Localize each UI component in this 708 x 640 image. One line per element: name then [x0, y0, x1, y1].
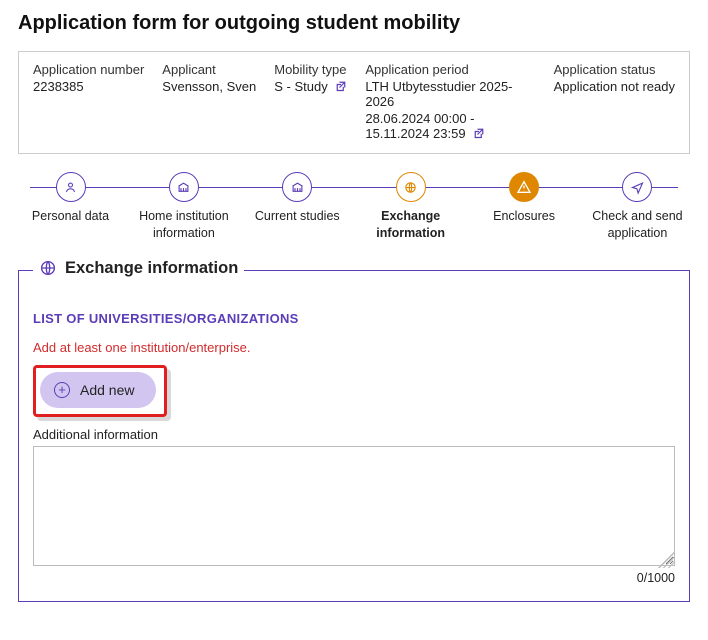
warning-text: Add at least one institution/enterprise. [33, 340, 675, 355]
globe-icon [39, 259, 57, 277]
plus-icon: + [54, 382, 70, 398]
globe-icon [396, 172, 426, 202]
institution-icon [169, 172, 199, 202]
institution-icon [282, 172, 312, 202]
send-icon [622, 172, 652, 202]
step-personal-data[interactable]: Personal data [18, 172, 123, 225]
page-title: Application form for outgoing student mo… [18, 12, 690, 35]
app-number-label: Application number [33, 62, 144, 77]
step-label: Current studies [255, 208, 340, 225]
step-enclosures[interactable]: Enclosures [472, 172, 577, 225]
status-col: Application status Application not ready [554, 62, 675, 141]
step-label: Enclosures [493, 208, 555, 225]
period-line1: LTH Utbytesstudier 2025-2026 [365, 79, 535, 109]
add-new-highlight: + Add new [33, 365, 167, 417]
status-value: Application not ready [554, 79, 675, 94]
additional-info-textarea[interactable] [33, 446, 675, 566]
app-number-col: Application number 2238385 [33, 62, 144, 141]
app-number-value: 2238385 [33, 79, 144, 94]
period-line2: 28.06.2024 00:00 - 15.11.2024 23:59 [365, 111, 535, 141]
external-link-icon[interactable] [335, 80, 347, 92]
step-label: Personal data [32, 208, 109, 225]
add-new-label: Add new [80, 382, 134, 398]
additional-info-wrap [33, 446, 675, 569]
additional-info-label: Additional information [33, 427, 675, 442]
period-line2-text: 28.06.2024 00:00 - 15.11.2024 23:59 [365, 111, 474, 141]
step-check-send[interactable]: Check and send application [585, 172, 690, 242]
step-label: Exchange information [358, 208, 463, 242]
warning-icon [509, 172, 539, 202]
period-col: Application period LTH Utbytesstudier 20… [365, 62, 535, 141]
applicant-value: Svensson, Sven [162, 79, 256, 94]
mobility-text: S - Study [274, 79, 327, 94]
status-label: Application status [554, 62, 675, 77]
section-legend: Exchange information [33, 259, 244, 278]
exchange-information-section: Exchange information LIST OF UNIVERSITIE… [18, 270, 690, 602]
mobility-label: Mobility type [274, 62, 347, 77]
stepper: Personal data Home institution informati… [18, 172, 690, 242]
list-heading: LIST OF UNIVERSITIES/ORGANIZATIONS [33, 311, 675, 326]
applicant-col: Applicant Svensson, Sven [162, 62, 256, 141]
period-label: Application period [365, 62, 535, 77]
add-new-button[interactable]: + Add new [40, 372, 156, 408]
application-summary-box: Application number 2238385 Applicant Sve… [18, 51, 690, 154]
step-label: Check and send application [585, 208, 690, 242]
step-exchange-information[interactable]: Exchange information [358, 172, 463, 242]
step-current-studies[interactable]: Current studies [245, 172, 350, 225]
applicant-label: Applicant [162, 62, 256, 77]
step-label: Home institution information [131, 208, 236, 242]
external-link-icon[interactable] [473, 127, 485, 139]
char-counter: 0/1000 [33, 571, 675, 585]
section-title: Exchange information [65, 259, 238, 278]
mobility-col: Mobility type S - Study [274, 62, 347, 141]
user-icon [56, 172, 86, 202]
step-home-institution[interactable]: Home institution information [131, 172, 236, 242]
mobility-value: S - Study [274, 79, 347, 94]
